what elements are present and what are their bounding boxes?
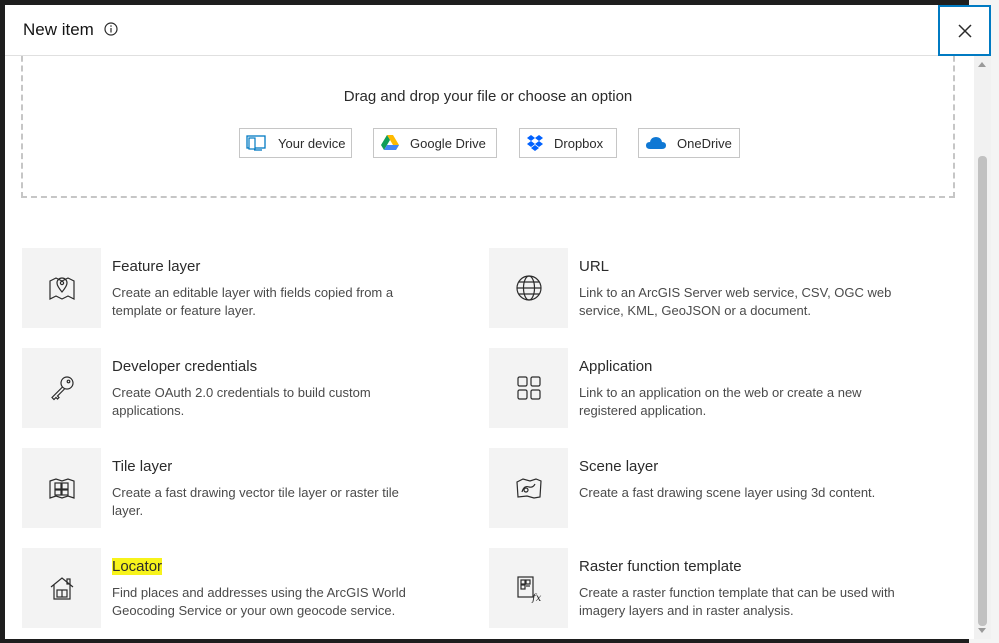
scene-layer-card[interactable]: Scene layer Create a fast drawing scene … xyxy=(489,448,929,528)
developer-credentials-card[interactable]: Developer credentials Create OAuth 2.0 c… xyxy=(22,348,462,428)
dialog-title: New item xyxy=(23,20,94,39)
locator-card[interactable]: Locator Find places and addresses using … xyxy=(22,548,462,628)
card-title: Scene layer xyxy=(579,458,659,475)
apps-grid-icon xyxy=(489,348,568,428)
tile-layer-card[interactable]: Tile layer Create a fast drawing vector … xyxy=(22,448,462,528)
scrollbar-thumb[interactable] xyxy=(978,156,987,626)
card-description: Link to an application on the web or cre… xyxy=(579,385,862,418)
google-drive-button[interactable]: Google Drive xyxy=(373,128,497,158)
google-drive-icon xyxy=(381,135,399,150)
card-description: Create a fast drawing scene layer using … xyxy=(579,485,876,500)
card-description: Link to an ArcGIS Server web service, CS… xyxy=(579,285,892,318)
card-description: Create OAuth 2.0 credentials to build cu… xyxy=(112,385,371,418)
dropbox-label: Dropbox xyxy=(554,135,604,151)
url-card[interactable]: URL Link to an ArcGIS Server web service… xyxy=(489,248,929,328)
card-description: Create a fast drawing vector tile layer … xyxy=(112,485,399,518)
close-icon xyxy=(957,23,972,38)
dropbox-icon xyxy=(527,135,543,151)
drop-prompt: Drag and drop your file or choose an opt… xyxy=(343,88,633,105)
card-description: Create an editable layer with fields cop… xyxy=(112,285,394,318)
tile-layer-icon xyxy=(22,448,101,528)
application-card[interactable]: Application Link to an application on th… xyxy=(489,348,929,428)
onedrive-icon xyxy=(646,137,666,149)
raster-function-template-card[interactable]: fx Raster function template Create a ras… xyxy=(489,548,929,628)
dialog-content: Drag and drop your file or choose an opt… xyxy=(5,56,991,639)
card-title: Tile layer xyxy=(112,458,173,475)
map-pin-icon xyxy=(22,248,101,328)
card-title: Application xyxy=(579,358,653,375)
svg-text:fx: fx xyxy=(531,593,542,603)
onedrive-button[interactable]: OneDrive xyxy=(638,128,740,158)
close-button[interactable] xyxy=(938,5,991,56)
onedrive-label: OneDrive xyxy=(677,135,732,151)
info-icon[interactable] xyxy=(104,22,118,36)
globe-icon xyxy=(489,248,568,328)
dialog-header: New item xyxy=(5,5,991,56)
card-title: Feature layer xyxy=(112,258,201,275)
device-icon xyxy=(246,135,266,151)
card-title: Locator xyxy=(112,558,163,575)
locator-highlight: Locator xyxy=(112,558,163,575)
key-icon xyxy=(22,348,101,428)
card-title: Developer credentials xyxy=(112,358,258,375)
raster-function-icon: fx xyxy=(489,548,568,628)
vertical-scrollbar[interactable] xyxy=(974,56,991,639)
card-description: Find places and addresses using the ArcG… xyxy=(112,585,406,618)
feature-layer-card[interactable]: Feature layer Create an editable layer w… xyxy=(22,248,462,328)
google-drive-label: Google Drive xyxy=(410,135,486,151)
new-item-dialog: New item Drag and drop your file or choo… xyxy=(5,5,991,639)
your-device-label: Your device xyxy=(278,135,346,151)
scene-layer-icon xyxy=(489,448,568,528)
dropbox-button[interactable]: Dropbox xyxy=(519,128,617,158)
card-title: Raster function template xyxy=(579,558,742,575)
file-drop-zone[interactable]: Drag and drop your file or choose an opt… xyxy=(21,56,955,198)
your-device-button[interactable]: Your device xyxy=(239,128,352,158)
scroll-up-icon[interactable] xyxy=(978,62,986,67)
locator-icon xyxy=(22,548,101,628)
card-description: Create a raster function template that c… xyxy=(579,585,895,618)
card-title: URL xyxy=(579,258,610,275)
scroll-down-icon[interactable] xyxy=(978,628,986,633)
